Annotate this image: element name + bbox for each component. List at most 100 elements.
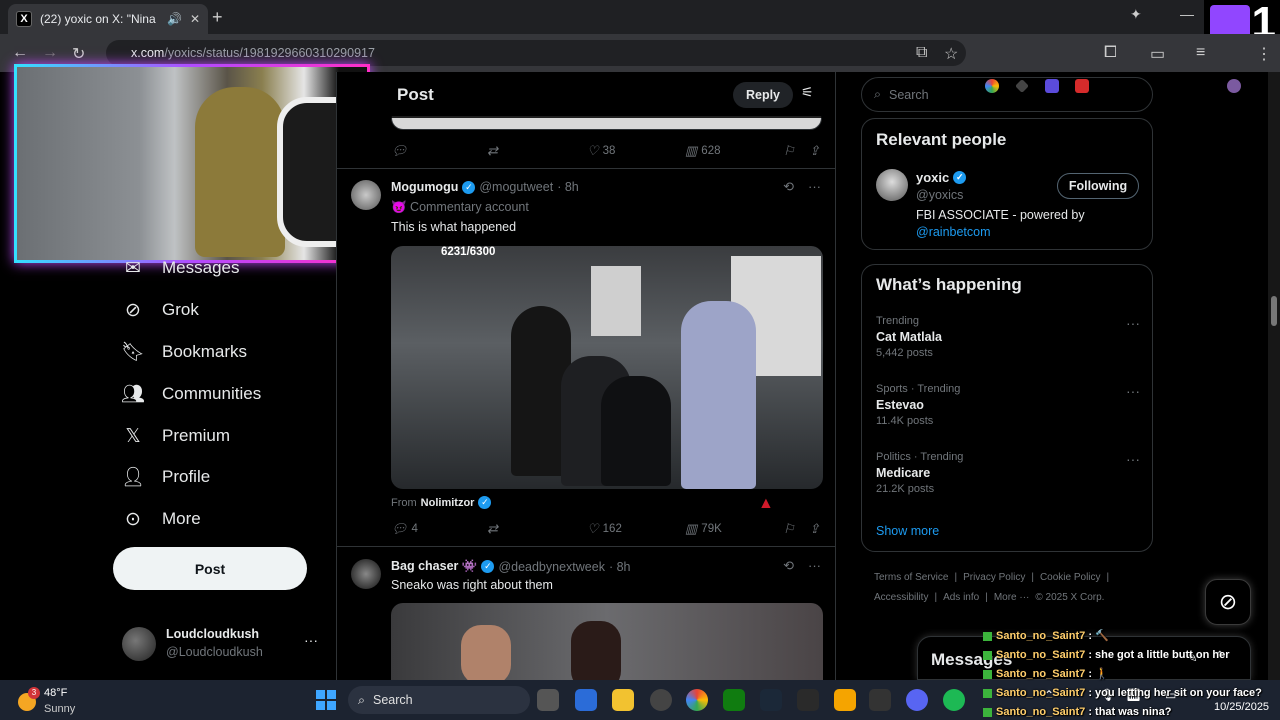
nav-bookmarks[interactable]: 🔖︎ Bookmarks xyxy=(121,341,247,363)
views-icon: ▥ xyxy=(685,521,698,536)
share-action[interactable]: ⇪ xyxy=(809,143,820,159)
chrome-icon[interactable] xyxy=(686,689,708,711)
person-bio-link[interactable]: @rainbetcom xyxy=(916,225,991,239)
more-dots-icon[interactable]: ··· xyxy=(808,558,821,574)
browser-menu-icon[interactable]: ⋮ xyxy=(1256,44,1272,64)
footer-link[interactable]: Terms of Service xyxy=(874,572,948,583)
grok-explain-icon[interactable]: ⟲ xyxy=(783,179,794,195)
bookmark-action[interactable]: ⚐ xyxy=(783,143,795,159)
app-icon[interactable] xyxy=(869,689,891,711)
nav-premium[interactable]: 𝕏 Premium xyxy=(122,425,230,447)
back-icon[interactable]: ← xyxy=(12,44,28,62)
avatar[interactable] xyxy=(876,169,908,201)
nav-more[interactable]: ⊙ More xyxy=(122,508,201,530)
display-name[interactable]: Bag chaser 👾 xyxy=(391,559,477,574)
more-dots-icon[interactable]: ··· xyxy=(1126,383,1140,399)
steam-icon[interactable] xyxy=(760,689,782,711)
previous-tweet-media[interactable] xyxy=(391,116,822,130)
avatar[interactable] xyxy=(351,559,381,589)
from-user[interactable]: Nolimitzor xyxy=(421,497,475,509)
video-person xyxy=(461,625,511,680)
grok-explain-icon[interactable]: ⟲ xyxy=(783,558,794,574)
display-name[interactable]: Mogumogu xyxy=(391,180,458,194)
following-button[interactable]: Following xyxy=(1057,173,1139,199)
new-tab-icon[interactable]: + xyxy=(212,7,223,28)
video-counter: 6231/6300 xyxy=(441,246,496,258)
trend-item[interactable]: Politics · Trending Medicare 21.2K posts… xyxy=(876,451,1140,495)
page-scrollbar[interactable] xyxy=(1268,72,1280,680)
more-dots-icon[interactable]: ··· xyxy=(1126,315,1140,331)
previous-tweet-actions: 💬︎ ⇄ ♡ 38 ▥ 628 ⚐ ⇪ xyxy=(391,141,823,161)
reading-list-icon[interactable]: ≡ xyxy=(1196,44,1205,62)
minimize-icon[interactable]: — xyxy=(1180,6,1194,22)
nav-communities[interactable]: 👥︎ Communities xyxy=(121,383,261,405)
taskbar-search[interactable]: ⌕ Search xyxy=(348,686,530,714)
epic-games-icon[interactable] xyxy=(797,689,819,711)
forward-icon[interactable]: → xyxy=(42,44,58,62)
extensions-puzzle-icon[interactable]: ⧠ xyxy=(1104,44,1117,62)
like-action[interactable]: ♡ 162 xyxy=(587,521,622,537)
footer-link[interactable]: Privacy Policy xyxy=(963,572,1025,583)
reply-button[interactable]: Reply xyxy=(733,82,793,108)
sidepanel-icon[interactable]: ▭ xyxy=(1150,44,1165,64)
footer-link[interactable]: Ads info xyxy=(943,592,979,603)
like-action[interactable]: ♡ 38 xyxy=(587,143,615,159)
profile-avatar-icon[interactable] xyxy=(1227,79,1241,93)
grok-float-button[interactable]: ⊘ xyxy=(1205,579,1251,625)
more-dots-icon[interactable]: ··· xyxy=(1126,451,1140,467)
nav-grok[interactable]: ⊘ Grok xyxy=(122,299,199,321)
views-action[interactable]: ▥ 79K xyxy=(685,521,722,537)
repost-action[interactable]: ⇄ xyxy=(487,521,498,537)
bookmark-action[interactable]: ⚐ xyxy=(783,521,795,537)
filter-icon[interactable]: ⚟ xyxy=(801,84,814,101)
file-explorer-icon[interactable] xyxy=(612,689,634,711)
reload-icon[interactable]: ↻ xyxy=(72,44,85,64)
views-action[interactable]: ▥ 628 xyxy=(685,143,720,159)
timestamp[interactable]: · 8h xyxy=(609,560,631,574)
footer-link[interactable]: Cookie Policy xyxy=(1040,572,1101,583)
search-input[interactable]: ⌕ Search xyxy=(861,77,1153,112)
windows-start-icon[interactable] xyxy=(316,690,336,710)
store-icon[interactable] xyxy=(575,689,597,711)
discord-icon[interactable] xyxy=(906,689,928,711)
handle[interactable]: @mogutweet xyxy=(479,180,553,194)
timestamp[interactable]: · 8h xyxy=(557,180,579,194)
share-action[interactable]: ⇪ xyxy=(809,521,820,537)
more-dots-icon[interactable]: ··· xyxy=(808,179,821,195)
handle[interactable]: @deadbynextweek xyxy=(498,560,605,574)
footer-link[interactable]: Accessibility xyxy=(874,592,928,603)
tweet-video[interactable]: 6231/6300 xyxy=(391,246,823,489)
install-app-icon[interactable]: ⧉ xyxy=(916,44,927,62)
account-name: Loudcloudkush xyxy=(166,627,260,641)
bookmark-star-icon[interactable]: ☆ xyxy=(944,44,958,64)
webcam-person xyxy=(195,87,285,257)
spotify-icon[interactable] xyxy=(943,689,965,711)
reply-action[interactable]: 💬︎ xyxy=(391,143,408,159)
compose-post-button[interactable]: Post xyxy=(113,547,307,590)
url-field[interactable]: x.com/yoxics/status/1981929660310290917 xyxy=(106,40,966,66)
tweet-video[interactable] xyxy=(391,603,823,680)
rockstar-icon[interactable] xyxy=(834,689,856,711)
weather-widget[interactable]: 3 48°F Sunny xyxy=(16,684,136,716)
task-view-icon[interactable] xyxy=(537,689,559,711)
show-more-link[interactable]: Show more xyxy=(876,524,939,538)
gemini-icon[interactable]: ✦ xyxy=(1130,6,1142,23)
nav-profile[interactable]: 👤︎ Profile xyxy=(121,466,210,488)
chat-badge-icon xyxy=(983,631,992,641)
person-name-row[interactable]: yoxic ✓ xyxy=(916,170,967,185)
close-tab-icon[interactable]: ✕ xyxy=(190,12,200,26)
scrollbar-thumb[interactable] xyxy=(1271,296,1277,326)
account-switcher[interactable]: Loudcloudkush @Loudcloudkush ··· xyxy=(122,626,322,666)
speaker-icon[interactable]: 🔊 xyxy=(167,12,182,26)
repost-action[interactable]: ⇄ xyxy=(487,143,498,159)
trend-item[interactable]: Sports · Trending Estevao 11.4K posts ··… xyxy=(876,383,1140,427)
trend-item[interactable]: Trending Cat Matlala 5,442 posts ··· xyxy=(876,315,1140,359)
nav-messages[interactable]: ✉ Messages xyxy=(122,257,239,279)
person-handle[interactable]: @yoxics xyxy=(916,188,963,202)
xbox-icon[interactable] xyxy=(723,689,745,711)
avatar[interactable] xyxy=(351,180,381,210)
footer-link[interactable]: More ··· xyxy=(994,592,1030,603)
browser-tab[interactable]: X (22) yoxic on X: "Nina Lin ha 🔊 ✕ xyxy=(8,4,208,34)
reply-action[interactable]: 💬︎ 4 xyxy=(391,521,418,537)
app-icon[interactable] xyxy=(650,689,672,711)
